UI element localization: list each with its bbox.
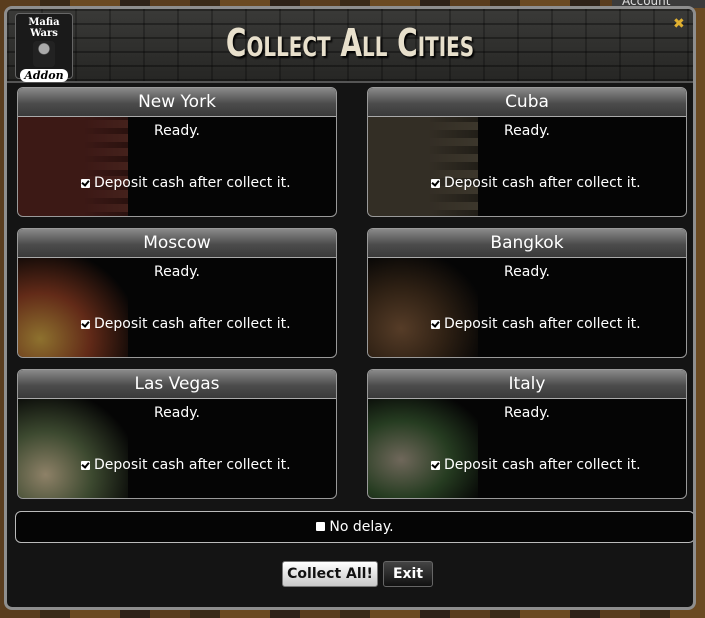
deposit-checkbox[interactable]: Deposit cash after collect it. [81, 316, 291, 332]
deposit-label: Deposit cash after collect it. [94, 316, 291, 332]
deposit-label: Deposit cash after collect it. [444, 175, 641, 191]
deposit-checkbox[interactable]: Deposit cash after collect it. [431, 316, 641, 332]
checkbox-checked-icon[interactable] [431, 460, 440, 470]
logo-top-text: Mafia Wars [28, 17, 60, 39]
checkbox-unchecked-icon[interactable] [316, 522, 326, 531]
mobster-figure-icon [33, 41, 55, 67]
dialog-header: Mafia Wars Addon Collect All Cities ✖ [7, 9, 693, 83]
checkbox-checked-icon[interactable] [431, 178, 440, 188]
deposit-label: Deposit cash after collect it. [444, 316, 641, 332]
no-delay-option[interactable]: No delay. [15, 511, 693, 543]
dialog-title: Collect All Cities [225, 21, 475, 65]
no-delay-label: No delay. [329, 519, 394, 535]
collect-all-button[interactable]: Collect All! [282, 561, 378, 587]
checkbox-checked-icon[interactable] [431, 319, 440, 329]
close-x-icon[interactable]: ✖ [673, 17, 687, 31]
city-name: Las Vegas [18, 370, 336, 399]
logo-bottom-text: Addon [20, 69, 68, 82]
city-panel-bangkok: Bangkok Ready. Deposit cash after collec… [367, 228, 687, 358]
deposit-label: Deposit cash after collect it. [444, 457, 641, 473]
deposit-checkbox[interactable]: Deposit cash after collect it. [81, 175, 291, 191]
city-panel-italy: Italy Ready. Deposit cash after collect … [367, 369, 687, 499]
city-status: Ready. [154, 123, 200, 139]
city-panel-cuba: Cuba Ready. Deposit cash after collect i… [367, 87, 687, 217]
city-name: Moscow [18, 229, 336, 258]
city-name: Bangkok [368, 229, 686, 258]
city-name: New York [18, 88, 336, 117]
mafia-wars-addon-logo: Mafia Wars Addon [15, 13, 73, 82]
city-panel-new-york: New York Ready. Deposit cash after colle… [17, 87, 337, 217]
city-name: Cuba [368, 88, 686, 117]
checkbox-checked-icon[interactable] [81, 319, 90, 329]
deposit-label: Deposit cash after collect it. [94, 175, 291, 191]
checkbox-checked-icon[interactable] [81, 178, 90, 188]
city-status: Ready. [154, 405, 200, 421]
deposit-checkbox[interactable]: Deposit cash after collect it. [81, 457, 291, 473]
checkbox-checked-icon[interactable] [81, 460, 90, 470]
exit-button[interactable]: Exit [383, 561, 433, 587]
city-status: Ready. [504, 123, 550, 139]
city-status: Ready. [154, 264, 200, 280]
city-status: Ready. [504, 264, 550, 280]
city-name: Italy [368, 370, 686, 399]
deposit-checkbox[interactable]: Deposit cash after collect it. [431, 175, 641, 191]
deposit-label: Deposit cash after collect it. [94, 457, 291, 473]
city-panel-moscow: Moscow Ready. Deposit cash after collect… [17, 228, 337, 358]
city-panel-las-vegas: Las Vegas Ready. Deposit cash after coll… [17, 369, 337, 499]
deposit-checkbox[interactable]: Deposit cash after collect it. [431, 457, 641, 473]
city-status: Ready. [504, 405, 550, 421]
collect-all-cities-dialog: Mafia Wars Addon Collect All Cities ✖ Ne… [4, 6, 696, 610]
